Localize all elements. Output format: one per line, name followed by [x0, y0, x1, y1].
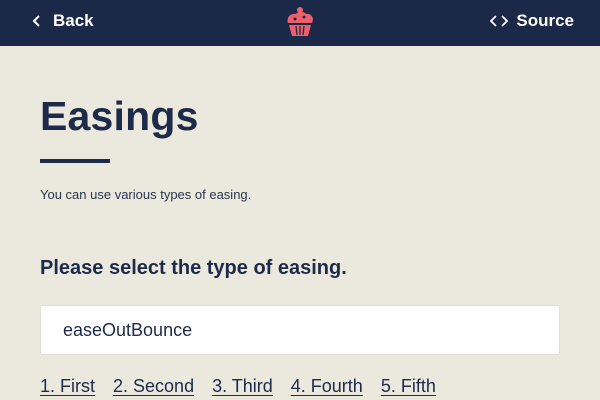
back-button[interactable]: Back	[32, 0, 94, 42]
cupcake-icon	[287, 7, 313, 36]
main-content: Easings You can use various types of eas…	[40, 96, 560, 202]
easing-select[interactable]: easeOutBounce	[40, 305, 560, 355]
easing-select-value: easeOutBounce	[63, 319, 193, 340]
chevron-left-icon	[32, 15, 40, 27]
link-fourth[interactable]: 4. Fourth	[291, 376, 363, 397]
source-button[interactable]: Source	[490, 0, 574, 42]
page-description: You can use various types of easing.	[40, 187, 252, 202]
link-second[interactable]: 2. Second	[113, 376, 194, 397]
link-fifth[interactable]: 5. Fifth	[381, 376, 436, 397]
code-brackets-icon	[490, 15, 509, 27]
easing-select-heading: Please select the type of easing.	[40, 257, 347, 279]
link-third[interactable]: 3. Third	[212, 376, 273, 397]
link-first[interactable]: 1. First	[40, 376, 95, 397]
back-label: Back	[53, 11, 94, 30]
top-navigation-bar: Back Source	[0, 0, 600, 46]
section-links: 1. First 2. Second 3. Third 4. Fourth 5.…	[40, 376, 436, 397]
source-label: Source	[516, 11, 574, 30]
page-title: Easings	[40, 93, 199, 139]
title-underline	[40, 159, 110, 163]
